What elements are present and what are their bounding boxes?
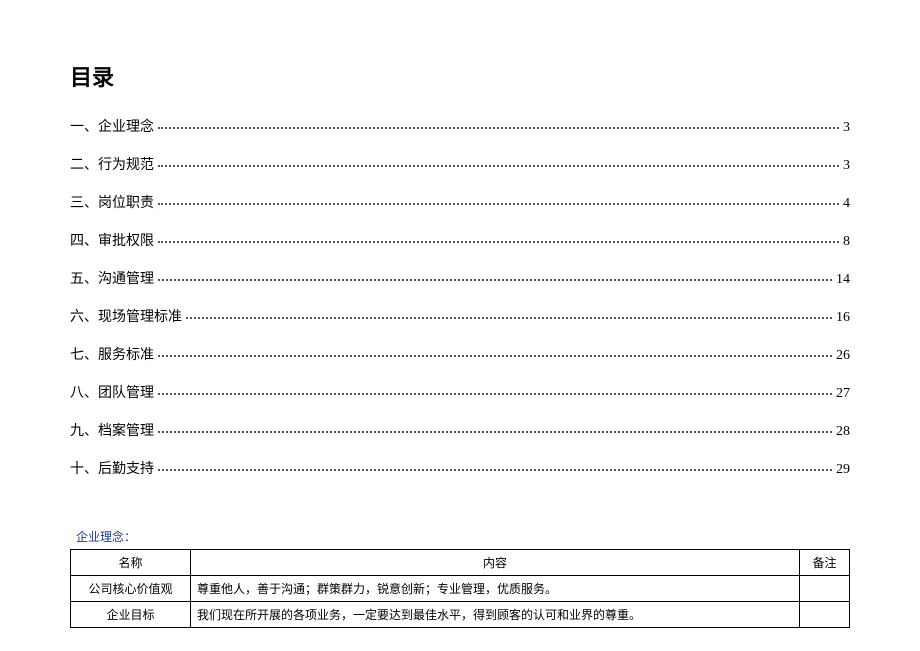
- toc-dots: [158, 203, 839, 205]
- toc-item: 五、沟通管理 14: [70, 268, 850, 288]
- section-heading: 企业理念：: [70, 528, 850, 545]
- table-row: 公司核心价值观 尊重他人，善于沟通；群策群力，锐意创新；专业管理，优质服务。: [71, 576, 850, 602]
- toc-item: 八、团队管理 27: [70, 382, 850, 402]
- toc-dots: [158, 241, 839, 243]
- toc-page: 14: [836, 272, 850, 288]
- toc-label: 九、档案管理: [70, 420, 154, 440]
- toc-page: 28: [836, 424, 850, 440]
- cell-note: [800, 576, 850, 602]
- content-table: 名称 内容 备注 公司核心价值观 尊重他人，善于沟通；群策群力，锐意创新；专业管…: [70, 549, 850, 628]
- toc-dots: [158, 127, 839, 129]
- toc-dots: [158, 431, 832, 433]
- table-header-row: 名称 内容 备注: [71, 550, 850, 576]
- toc-page: 29: [836, 462, 850, 478]
- toc-dots: [158, 355, 832, 357]
- toc-item: 一、企业理念 3: [70, 116, 850, 136]
- toc-dots: [158, 469, 832, 471]
- toc-item: 七、服务标准 26: [70, 344, 850, 364]
- toc-label: 四、审批权限: [70, 230, 154, 250]
- toc-title: 目录: [70, 60, 850, 92]
- toc-page: 8: [843, 234, 850, 250]
- toc-dots: [186, 317, 832, 319]
- toc-label: 五、沟通管理: [70, 268, 154, 288]
- toc-list: 一、企业理念 3 二、行为规范 3 三、岗位职责 4 四、审批权限 8 五、沟通…: [70, 116, 850, 478]
- toc-page: 3: [843, 158, 850, 174]
- toc-item: 三、岗位职责 4: [70, 192, 850, 212]
- toc-label: 六、现场管理标准: [70, 306, 182, 326]
- toc-item: 六、现场管理标准 16: [70, 306, 850, 326]
- cell-name: 企业目标: [71, 602, 191, 628]
- cell-note: [800, 602, 850, 628]
- toc-page: 4: [843, 196, 850, 212]
- header-note: 备注: [800, 550, 850, 576]
- toc-label: 二、行为规范: [70, 154, 154, 174]
- toc-dots: [158, 279, 832, 281]
- cell-name: 公司核心价值观: [71, 576, 191, 602]
- header-name: 名称: [71, 550, 191, 576]
- toc-item: 四、审批权限 8: [70, 230, 850, 250]
- cell-content: 尊重他人，善于沟通；群策群力，锐意创新；专业管理，优质服务。: [191, 576, 800, 602]
- cell-content: 我们现在所开展的各项业务，一定要达到最佳水平，得到顾客的认可和业界的尊重。: [191, 602, 800, 628]
- table-row: 企业目标 我们现在所开展的各项业务，一定要达到最佳水平，得到顾客的认可和业界的尊…: [71, 602, 850, 628]
- toc-item: 十、后勤支持 29: [70, 458, 850, 478]
- toc-label: 八、团队管理: [70, 382, 154, 402]
- toc-label: 七、服务标准: [70, 344, 154, 364]
- toc-label: 一、企业理念: [70, 116, 154, 136]
- toc-dots: [158, 165, 839, 167]
- toc-dots: [158, 393, 832, 395]
- header-content: 内容: [191, 550, 800, 576]
- toc-item: 二、行为规范 3: [70, 154, 850, 174]
- toc-page: 16: [836, 310, 850, 326]
- toc-item: 九、档案管理 28: [70, 420, 850, 440]
- toc-label: 三、岗位职责: [70, 192, 154, 212]
- toc-page: 27: [836, 386, 850, 402]
- toc-label: 十、后勤支持: [70, 458, 154, 478]
- toc-page: 26: [836, 348, 850, 364]
- toc-page: 3: [843, 120, 850, 136]
